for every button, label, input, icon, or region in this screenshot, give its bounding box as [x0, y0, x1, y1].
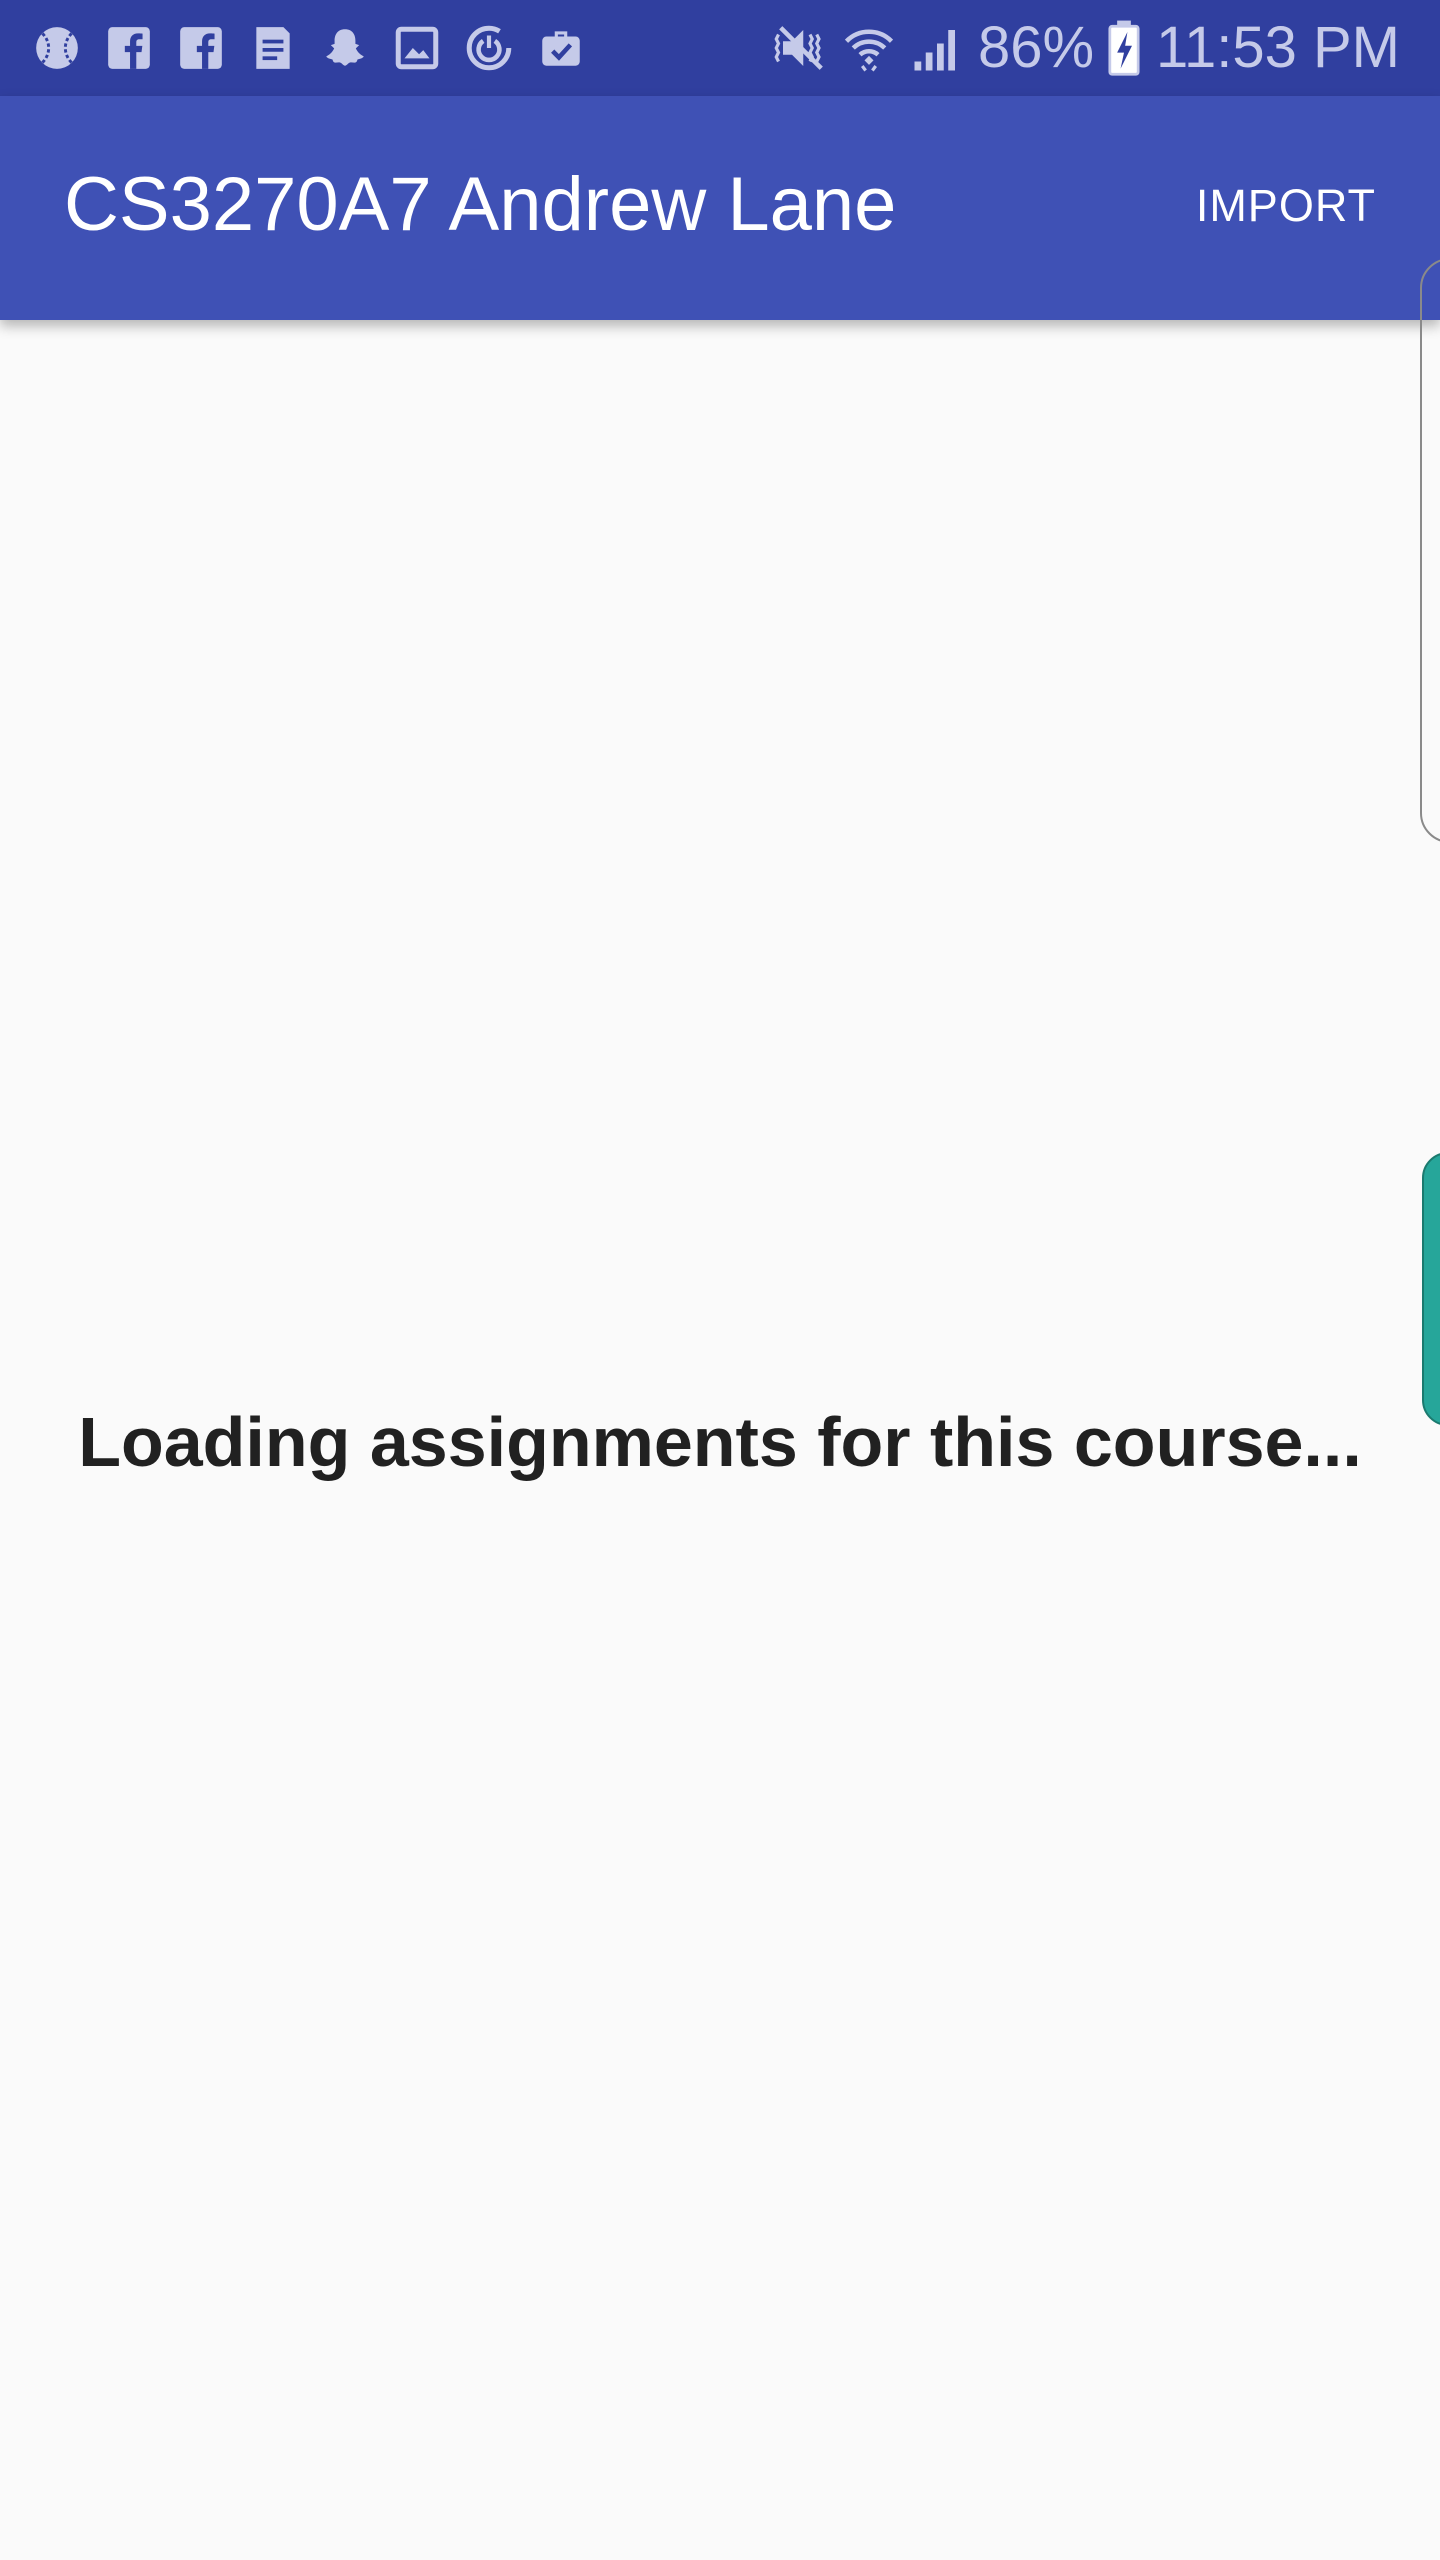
- loading-message: Loading assignments for this course...: [78, 1403, 1362, 1481]
- facebook-icon: [104, 23, 154, 73]
- notification-icons: [32, 22, 586, 74]
- page-title: CS3270A7 Andrew Lane: [64, 162, 897, 247]
- edge-panel-handle[interactable]: [1420, 258, 1440, 843]
- app-bar: CS3270A7 Andrew Lane IMPORT: [0, 96, 1440, 320]
- import-button[interactable]: IMPORT: [1180, 176, 1392, 236]
- baseball-icon: [32, 23, 82, 73]
- edge-panel-handle-teal[interactable]: [1422, 1152, 1440, 1426]
- battery-percent: 86%: [977, 15, 1095, 80]
- wifi-icon: [842, 21, 896, 75]
- sync-icon: [464, 23, 514, 73]
- facebook-icon: [176, 23, 226, 73]
- system-status: 86% 11:53 PM: [774, 14, 1400, 82]
- news-icon: [248, 23, 298, 73]
- snapchat-icon: [320, 23, 370, 73]
- vibrate-icon: [774, 21, 828, 75]
- assignments-content: Loading assignments for this course...: [0, 320, 1440, 2560]
- clock: 11:53 PM: [1156, 15, 1400, 80]
- briefcase-icon: [536, 23, 586, 73]
- status-bar: 86% 11:53 PM: [0, 0, 1440, 96]
- gallery-icon: [392, 23, 442, 73]
- battery-charging-icon: [1108, 20, 1140, 76]
- cell-signal-icon: [910, 21, 964, 75]
